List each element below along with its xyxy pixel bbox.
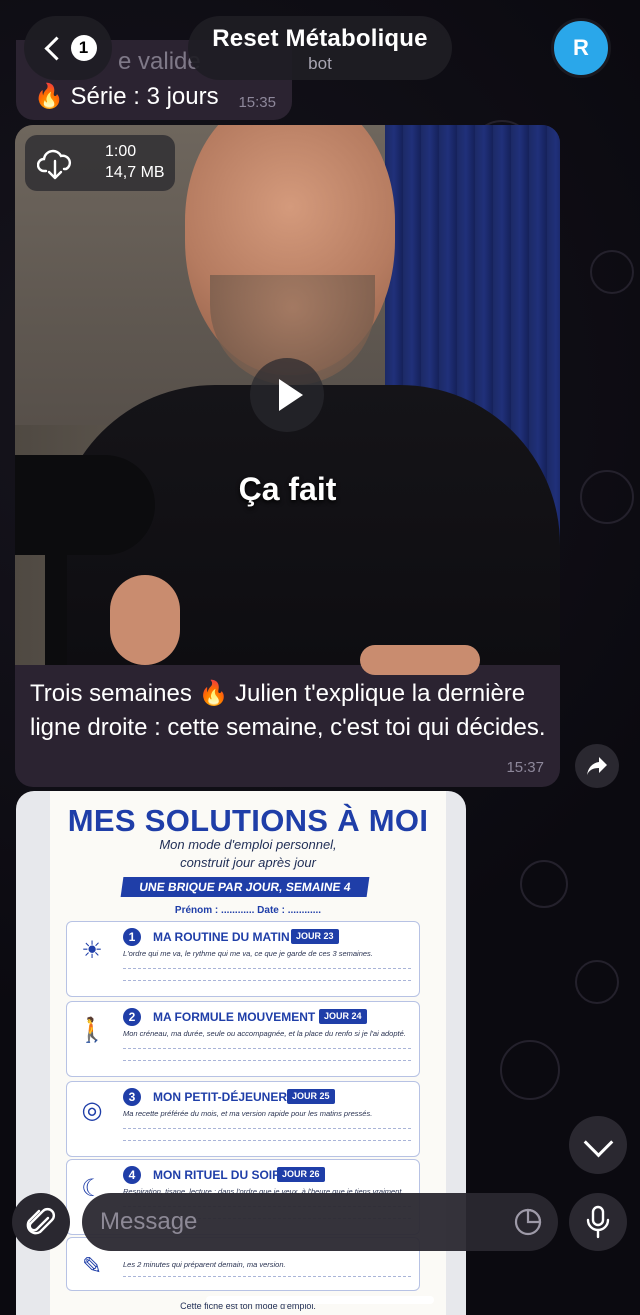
wallpaper-doodle <box>520 860 568 908</box>
chat-subtitle: bot <box>308 54 332 73</box>
play-button[interactable] <box>250 358 324 432</box>
attach-button[interactable] <box>12 1193 70 1251</box>
avatar[interactable]: R <box>551 18 611 78</box>
item-description: Ma recette préférée du mois, et ma versi… <box>123 1109 373 1118</box>
chat-title: Reset Métabolique <box>212 25 428 52</box>
video-subtitle: Ça fait <box>238 471 337 507</box>
chat-header: 1 Reset Métabolique bot R <box>0 0 640 96</box>
wallpaper-doodle <box>500 1040 560 1100</box>
item-number: 1 <box>123 928 141 946</box>
item-description: L'ordre qui me va, le rythme qui me va, … <box>123 949 373 958</box>
writing-line <box>123 968 411 969</box>
chat-title-pill[interactable]: Reset Métabolique bot <box>188 16 452 80</box>
writing-line <box>123 1048 411 1049</box>
worksheet-title: MES SOLUTIONS À MOI <box>67 803 429 838</box>
item-description: Les 2 minutes qui préparent demain, ma v… <box>123 1260 286 1269</box>
item-day-badge: JOUR 25 <box>287 1089 335 1104</box>
item-number: 2 <box>123 1008 141 1026</box>
forward-button[interactable] <box>575 744 619 788</box>
chevron-down-icon <box>583 1127 614 1158</box>
worksheet-banner: UNE BRIQUE PAR JOUR, SEMAINE 4 <box>120 877 370 897</box>
worksheet-subtitle: construit jour après jour <box>180 855 316 870</box>
chevron-left-icon <box>43 35 69 61</box>
unread-count-badge: 1 <box>70 35 97 61</box>
back-button[interactable]: 1 <box>24 16 112 80</box>
home-indicator <box>206 1296 434 1304</box>
writing-line <box>123 1276 411 1277</box>
video-person-hand <box>110 575 180 665</box>
message-time: 15:35 <box>238 94 276 111</box>
video-size: 14,7 MB <box>105 164 165 181</box>
egg-icon: ◎ <box>81 1097 103 1124</box>
worksheet-item: ◎ 3 MON PETIT-DÉJEUNER JOUR 25 Ma recett… <box>66 1081 420 1157</box>
writing-line <box>123 1140 411 1141</box>
item-title: MA FORMULE MOUVEMENT <box>153 1010 316 1024</box>
message-input[interactable] <box>82 1193 558 1251</box>
microphone-icon <box>586 1205 610 1239</box>
wallpaper-doodle <box>580 470 634 524</box>
sunrise-icon: ☀ <box>81 937 103 964</box>
scroll-to-bottom-button[interactable] <box>569 1116 627 1174</box>
video-message-bubble[interactable]: 1:00 14,7 MB Ça fait Trois semaines 🔥 Ju… <box>15 125 560 787</box>
item-title: MON RITUEL DU SOIR <box>153 1168 281 1182</box>
item-day-badge: JOUR 26 <box>277 1167 325 1182</box>
forward-arrow-icon <box>587 757 607 775</box>
walking-icon: 🚶 <box>77 1017 107 1044</box>
item-number: 3 <box>123 1088 141 1106</box>
wallpaper-doodle <box>590 250 634 294</box>
worksheet-fields: Prénom : ............ Date : ...........… <box>174 905 322 916</box>
paperclip-icon <box>26 1208 55 1235</box>
worksheet-subtitle: Mon mode d'emploi personnel, <box>159 837 337 852</box>
play-icon <box>279 379 303 411</box>
item-number: 4 <box>123 1166 141 1184</box>
writing-line <box>123 1128 411 1129</box>
writing-line <box>123 1060 411 1061</box>
worksheet-item: 🚶 2 MA FORMULE MOUVEMENT JOUR 24 Mon cré… <box>66 1001 420 1077</box>
item-title: MON PETIT-DÉJEUNER <box>153 1090 288 1104</box>
wallpaper-doodle <box>575 960 619 1004</box>
writing-line <box>123 980 411 981</box>
item-description: Mon créneau, ma durée, seule ou accompag… <box>123 1029 406 1038</box>
video-caption: Trois semaines 🔥 Julien t'explique la de… <box>30 680 546 741</box>
sticker-icon[interactable] <box>514 1208 542 1236</box>
item-day-badge: JOUR 23 <box>291 929 339 944</box>
video-person-hand <box>360 645 480 675</box>
message-time: 15:37 <box>506 759 544 776</box>
video-duration: 1:00 <box>105 143 137 160</box>
video-microphone-stand <box>45 545 67 665</box>
item-day-badge: JOUR 24 <box>319 1009 367 1024</box>
notepad-icon: ✎ <box>81 1253 103 1280</box>
voice-message-button[interactable] <box>569 1193 627 1251</box>
item-title: MA ROUTINE DU MATIN <box>153 930 290 944</box>
worksheet-item: ☀ 1 MA ROUTINE DU MATIN JOUR 23 L'ordre … <box>66 921 420 997</box>
video-thumbnail[interactable]: 1:00 14,7 MB Ça fait <box>15 125 560 675</box>
cloud-download-icon <box>37 149 72 180</box>
download-badge[interactable]: 1:00 14,7 MB <box>25 135 175 191</box>
